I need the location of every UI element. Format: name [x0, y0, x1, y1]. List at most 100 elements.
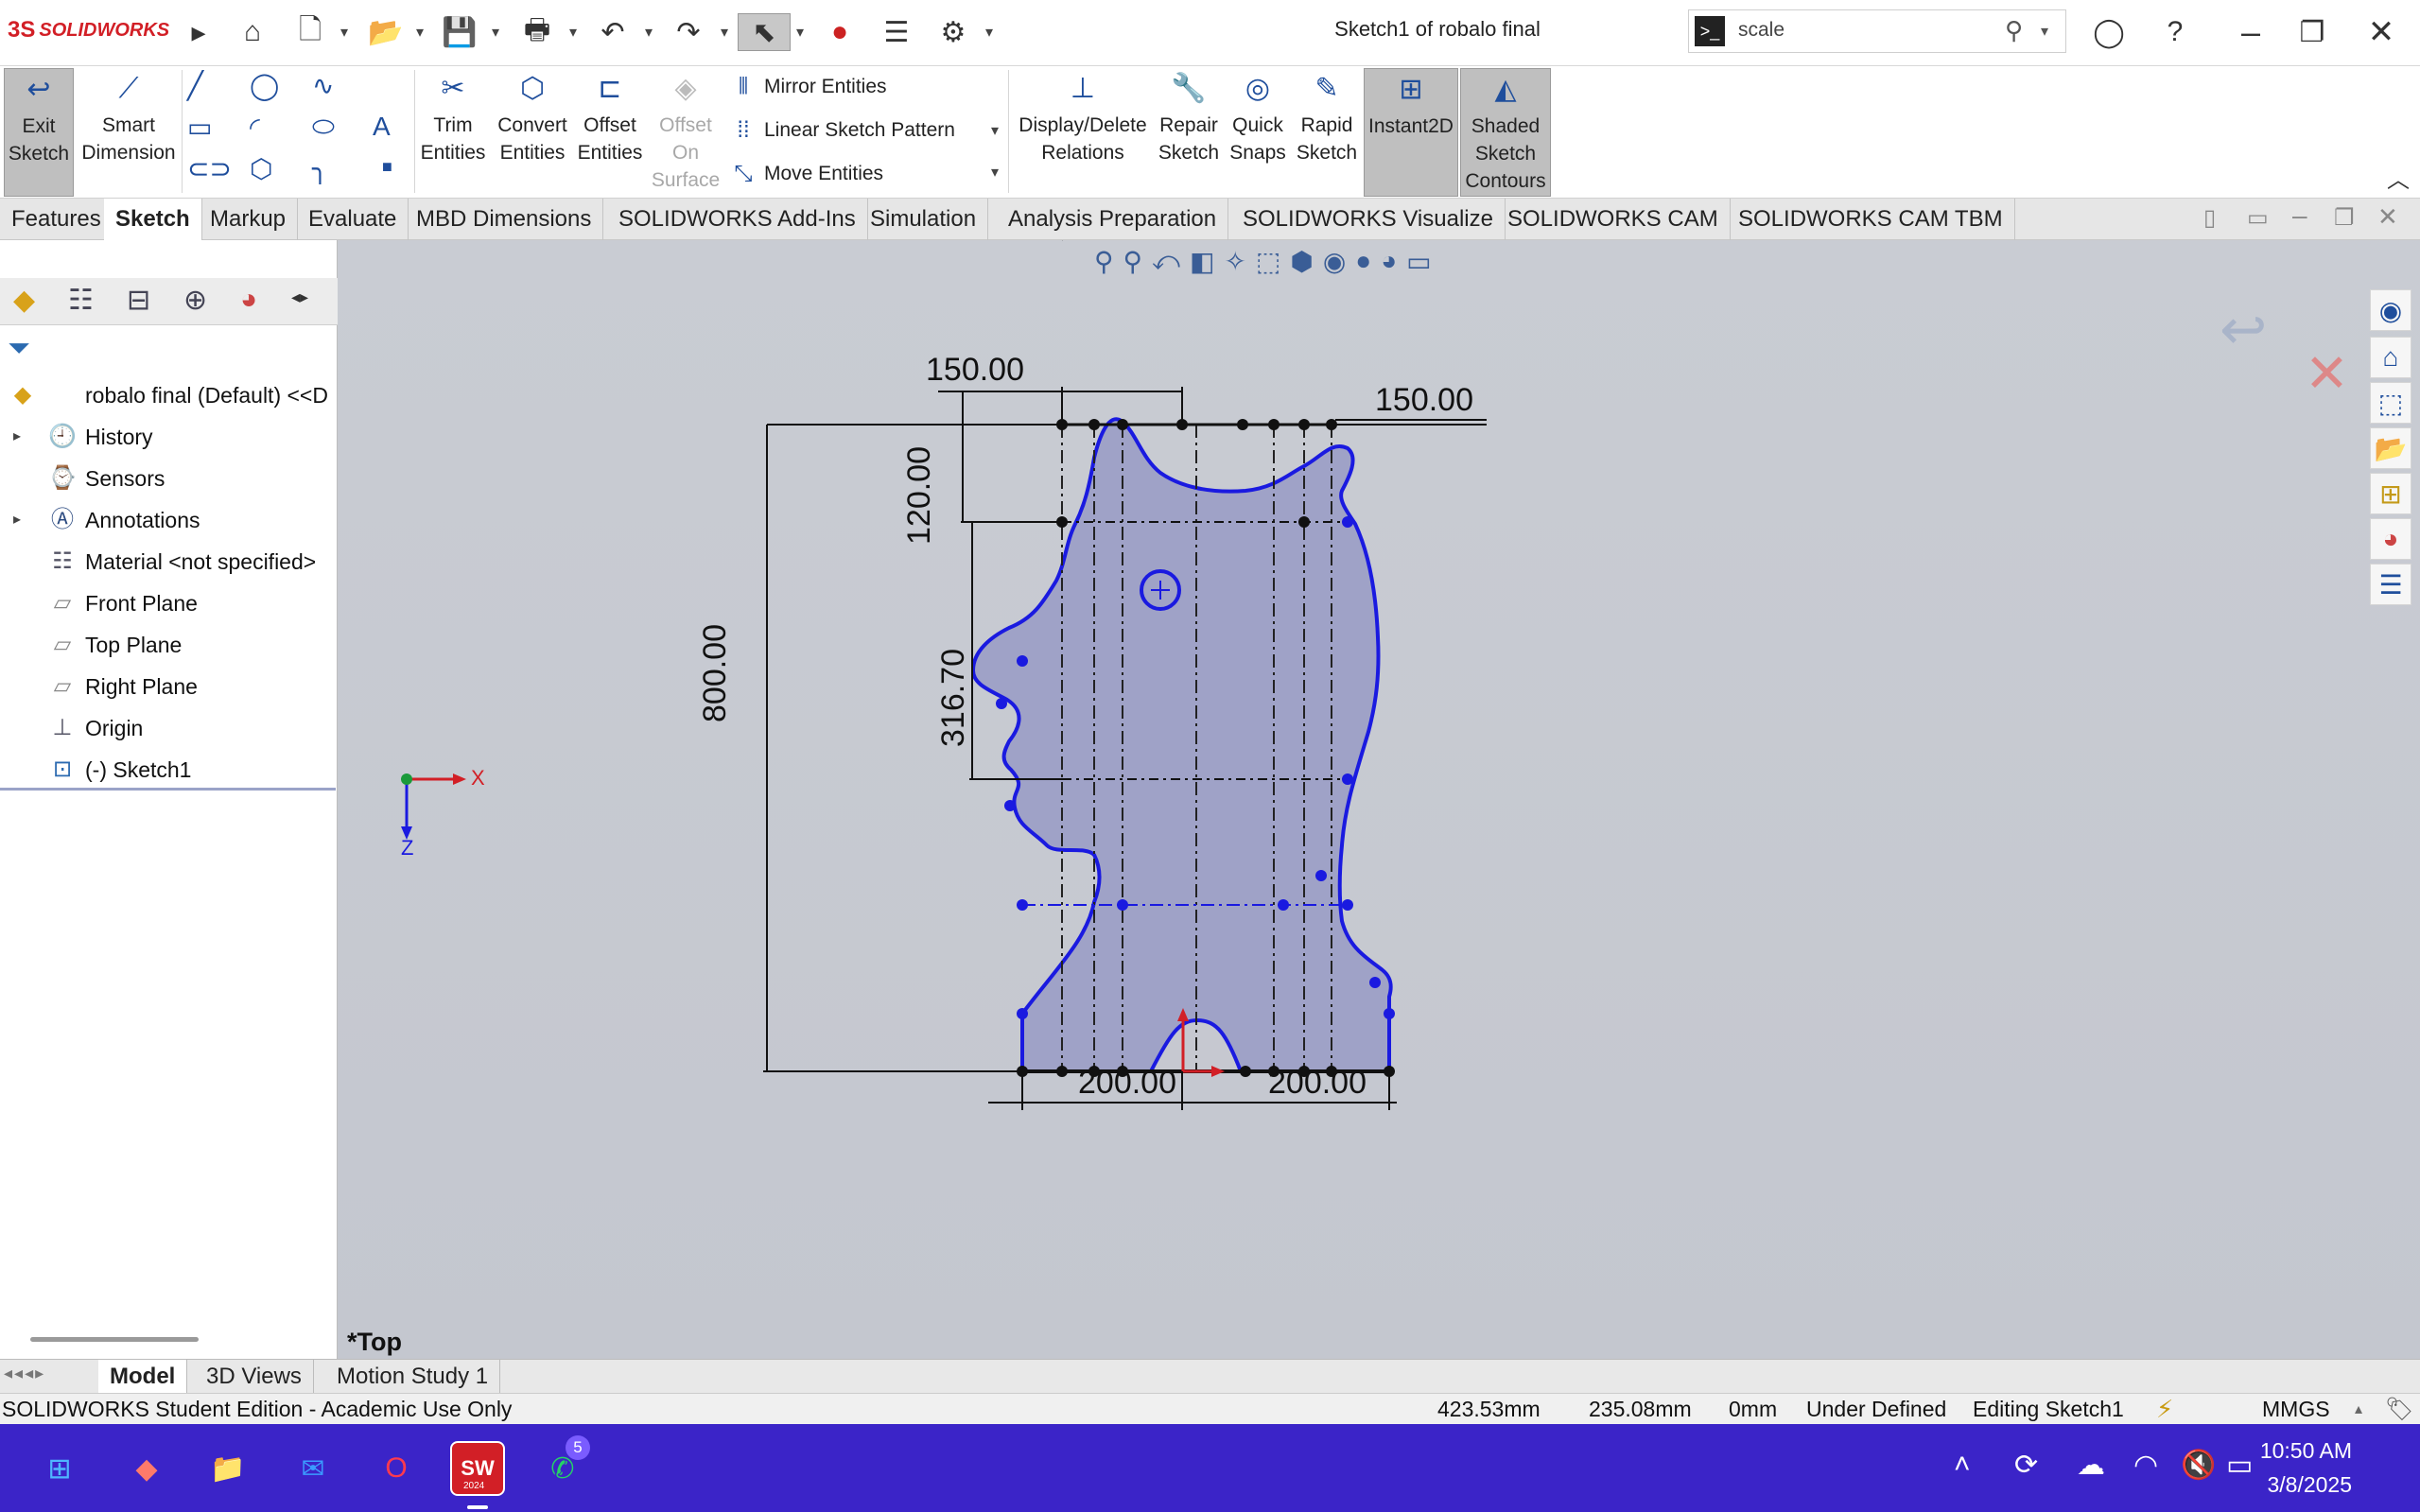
chevron-up-icon[interactable]: ▴: [2355, 1394, 2362, 1425]
tab-simulation[interactable]: Simulation: [859, 199, 989, 240]
chevron-down-icon[interactable]: ▾: [645, 23, 653, 42]
rapid-sketch-button[interactable]: ✎ Rapid Sketch: [1294, 68, 1360, 166]
tree-item-sketch1[interactable]: ⊡ (-) Sketch1: [0, 749, 336, 791]
appearances-icon[interactable]: ◕: [2370, 518, 2411, 560]
dimension-top-right-width[interactable]: 150.00: [1375, 382, 1473, 419]
outlook-icon[interactable]: ✉: [286, 1441, 340, 1496]
tab-3d-views[interactable]: 3D Views: [195, 1360, 314, 1394]
help-icon[interactable]: ?: [2156, 13, 2194, 51]
custom-properties-icon[interactable]: ☰: [2370, 564, 2411, 605]
trim-entities-button[interactable]: ✂ Trim Entities: [420, 68, 486, 166]
tab-sketch[interactable]: Sketch: [104, 199, 202, 240]
tab-solidworks-visualize[interactable]: SOLIDWORKS Visualize: [1231, 199, 1506, 240]
exit-sketch-button[interactable]: ↩ Exit Sketch: [4, 68, 74, 197]
chevron-down-icon[interactable]: ▾: [985, 23, 993, 42]
tab-features[interactable]: Features: [0, 199, 113, 240]
sync-icon[interactable]: ⟳: [2014, 1449, 2038, 1482]
move-entities-button[interactable]: ⤡ Move Entities: [730, 161, 883, 187]
collapse-ribbon-icon[interactable]: ︿: [2387, 161, 2410, 194]
solidworks-logo[interactable]: 3S SOLIDWORKS: [8, 17, 169, 43]
filter-icon[interactable]: ⏷: [8, 333, 30, 365]
display-manager-tab-icon[interactable]: ◕: [240, 284, 257, 316]
chevron-down-icon[interactable]: ▾: [721, 23, 728, 42]
battery-icon[interactable]: ▭: [2226, 1449, 2253, 1482]
cloud-icon[interactable]: ☁: [2077, 1449, 2105, 1482]
polygon-icon[interactable]: ⬡: [250, 153, 272, 184]
repair-sketch-button[interactable]: 🔧 Repair Sketch: [1154, 68, 1224, 166]
chevron-down-icon[interactable]: ▾: [2041, 22, 2048, 41]
tab-solidworks-cam-tbm[interactable]: SOLIDWORKS CAM TBM: [1727, 199, 2015, 240]
tab-evaluate[interactable]: Evaluate: [297, 199, 409, 240]
tab-analysis-preparation[interactable]: Analysis Preparation: [997, 199, 1229, 240]
sketch-canvas[interactable]: [338, 240, 2371, 1359]
redo-icon[interactable]: ↷: [670, 13, 707, 51]
restore-icon[interactable]: ❐: [2334, 204, 2355, 232]
save-icon[interactable]: 💾: [441, 13, 479, 51]
convert-entities-button[interactable]: ⬡ Convert Entities: [488, 68, 577, 166]
expand-arrow-icon[interactable]: ▸: [13, 416, 21, 458]
linear-sketch-pattern-button[interactable]: ⁞⁞ Linear Sketch Pattern: [730, 117, 955, 144]
dimension-height-mid[interactable]: 316.70: [935, 649, 972, 747]
windows-start-icon[interactable]: ⊞: [32, 1441, 87, 1496]
solidworks-resources-icon[interactable]: ◉: [2370, 289, 2411, 331]
tag-icon[interactable]: 🏷: [2385, 1394, 2413, 1425]
graphics-area[interactable]: ⚲ ⚲ ⤺ ◧ ✧ ⬚ ⬢ ◉ ● ◕ ▭ ↩ ✕ 150.00 150.00 …: [338, 240, 2420, 1359]
home-icon[interactable]: ⌂: [2370, 337, 2411, 378]
dimension-bottom-right-width[interactable]: 200.00: [1268, 1065, 1367, 1102]
fillet-icon[interactable]: ╮: [312, 153, 328, 184]
mirror-entities-button[interactable]: ⫴ Mirror Entities: [730, 74, 887, 100]
file-explorer-icon[interactable]: 📂: [2370, 427, 2411, 469]
display-delete-relations-button[interactable]: ⊥ Display/Delete Relations: [1014, 68, 1152, 166]
chevron-down-icon[interactable]: ▾: [569, 23, 577, 42]
minimize-icon[interactable]: –: [2232, 12, 2270, 51]
options-gear-icon[interactable]: ⚙: [934, 13, 972, 51]
offset-entities-button[interactable]: ⊏ Offset Entities: [575, 68, 645, 166]
open-icon[interactable]: 📂: [367, 13, 405, 51]
user-account-icon[interactable]: ◯: [2090, 13, 2128, 51]
tab-model[interactable]: Model: [98, 1360, 188, 1394]
horizontal-scrollbar[interactable]: [30, 1337, 199, 1342]
close-icon[interactable]: ✕: [2377, 202, 2398, 232]
tab-solidworks-add-ins[interactable]: SOLIDWORKS Add-Ins: [607, 199, 868, 240]
text-icon[interactable]: A: [373, 112, 391, 142]
chevron-down-icon[interactable]: ▾: [416, 23, 424, 42]
unit-system[interactable]: MMGS: [2262, 1394, 2330, 1425]
panel-icon[interactable]: ▭: [2247, 204, 2269, 232]
chevron-down-icon[interactable]: ▾: [991, 121, 999, 140]
dimxpert-tab-icon[interactable]: ⊕: [183, 284, 207, 317]
arc-icon[interactable]: ◜: [250, 112, 260, 143]
undo-icon[interactable]: ↶: [594, 13, 632, 51]
tab-solidworks-cam[interactable]: SOLIDWORKS CAM: [1496, 199, 1731, 240]
dimension-height-top[interactable]: 120.00: [901, 446, 938, 545]
speaker-muted-icon[interactable]: 🔇: [2181, 1449, 2216, 1482]
search-box[interactable]: >_ scale ⚲ ▾: [1688, 9, 2066, 53]
chevron-down-icon[interactable]: ▾: [492, 23, 499, 42]
system-clock[interactable]: 10:50 AM 3/8/2025: [2260, 1434, 2352, 1502]
tab-mbd-dimensions[interactable]: MBD Dimensions: [405, 199, 604, 240]
ellipse-icon[interactable]: ⬭: [312, 112, 335, 143]
new-document-icon[interactable]: 🗋: [291, 13, 329, 51]
circle-icon[interactable]: ◯: [250, 70, 279, 101]
chevron-up-icon[interactable]: ˄: [1954, 1449, 1971, 1481]
line-icon[interactable]: ╱: [187, 70, 203, 101]
chevron-down-icon[interactable]: ▾: [796, 23, 804, 42]
close-icon[interactable]: ✕: [2362, 13, 2400, 51]
solidworks-taskbar-icon[interactable]: SW 2024: [450, 1441, 505, 1496]
select-pointer-icon[interactable]: ⬉: [738, 13, 791, 51]
scroll-tabs-icon[interactable]: ◂▸: [291, 287, 308, 307]
slot-icon[interactable]: ⊂⊃: [187, 153, 232, 184]
search-icon[interactable]: ⚲: [2005, 16, 2023, 45]
design-library-icon[interactable]: ⬚: [2370, 382, 2411, 424]
print-icon[interactable]: 🖶: [518, 13, 556, 51]
rebuild-traffic-light-icon[interactable]: ●: [821, 13, 859, 51]
tab-motion-study-1[interactable]: Motion Study 1: [325, 1360, 501, 1394]
offset-on-surface-button[interactable]: ◈ Offset On Surface: [649, 68, 723, 194]
point-icon[interactable]: ■: [382, 157, 392, 177]
expand-menu-icon[interactable]: ▸: [180, 13, 218, 51]
instant2d-button[interactable]: ⊞ Instant2D: [1364, 68, 1458, 197]
dimension-top-left-width[interactable]: 150.00: [926, 352, 1024, 389]
rectangle-icon[interactable]: ▭: [187, 112, 212, 143]
minimize-icon[interactable]: –: [2292, 200, 2307, 231]
shaded-sketch-contours-button[interactable]: ◭ Shaded Sketch Contours: [1460, 68, 1551, 197]
tab-markup[interactable]: Markup: [199, 199, 299, 240]
